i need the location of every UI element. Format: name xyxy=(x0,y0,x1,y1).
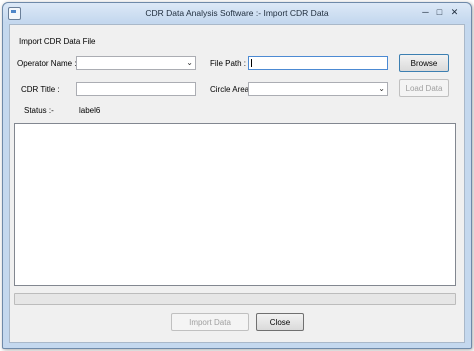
client-area: Import CDR Data File Operator Name : ⌄ F… xyxy=(9,24,465,343)
load-data-button[interactable]: Load Data xyxy=(399,79,449,97)
close-button[interactable]: Close xyxy=(256,313,304,331)
maximize-icon[interactable]: □ xyxy=(433,6,446,18)
group-title: Import CDR Data File xyxy=(19,37,96,46)
file-path-input[interactable] xyxy=(248,56,388,70)
close-icon[interactable]: ✕ xyxy=(448,6,461,18)
import-cdr-window: CDR Data Analysis Software :- Import CDR… xyxy=(2,2,472,349)
status-value: label6 xyxy=(79,106,101,115)
minimize-icon[interactable]: ─ xyxy=(419,6,432,18)
window-title: CDR Data Analysis Software :- Import CDR… xyxy=(145,8,329,18)
operator-name-label: Operator Name : xyxy=(17,59,77,68)
file-path-label: File Path : xyxy=(210,59,247,68)
circle-area-dropdown[interactable]: ⌄ xyxy=(248,82,388,96)
import-progress-bar xyxy=(14,293,456,305)
title-bar[interactable]: CDR Data Analysis Software :- Import CDR… xyxy=(3,3,471,23)
status-label: Status :- xyxy=(24,106,54,115)
cdr-data-list[interactable] xyxy=(14,123,456,286)
operator-name-dropdown[interactable]: ⌄ xyxy=(76,56,196,70)
text-caret xyxy=(251,59,252,67)
import-data-button[interactable]: Import Data xyxy=(171,313,249,331)
cdr-title-label: CDR Title : xyxy=(21,85,60,94)
browse-button[interactable]: Browse xyxy=(399,54,449,72)
chevron-down-icon[interactable]: ⌄ xyxy=(378,83,385,95)
cdr-title-input[interactable] xyxy=(76,82,196,96)
chevron-down-icon[interactable]: ⌄ xyxy=(186,57,193,69)
